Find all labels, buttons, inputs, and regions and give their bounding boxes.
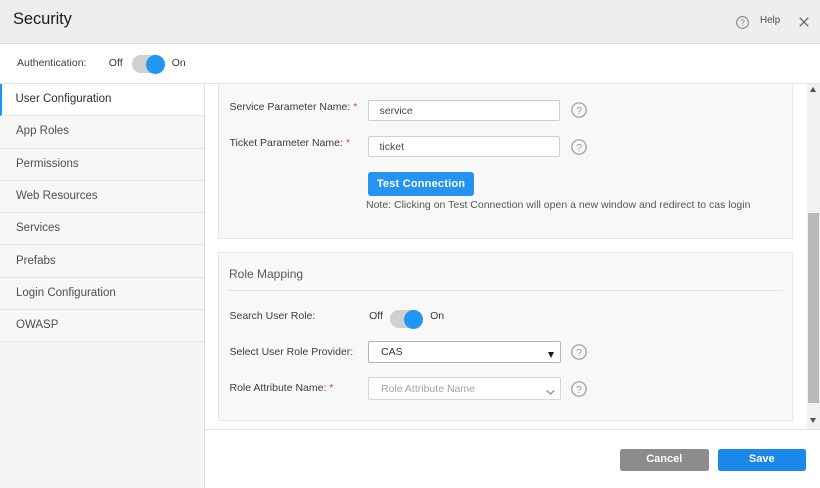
svg-text:?: ? bbox=[576, 141, 582, 153]
svg-text:?: ? bbox=[576, 383, 582, 395]
svg-text:?: ? bbox=[740, 17, 745, 27]
svg-text:?: ? bbox=[576, 347, 582, 359]
svg-text:?: ? bbox=[576, 105, 582, 117]
